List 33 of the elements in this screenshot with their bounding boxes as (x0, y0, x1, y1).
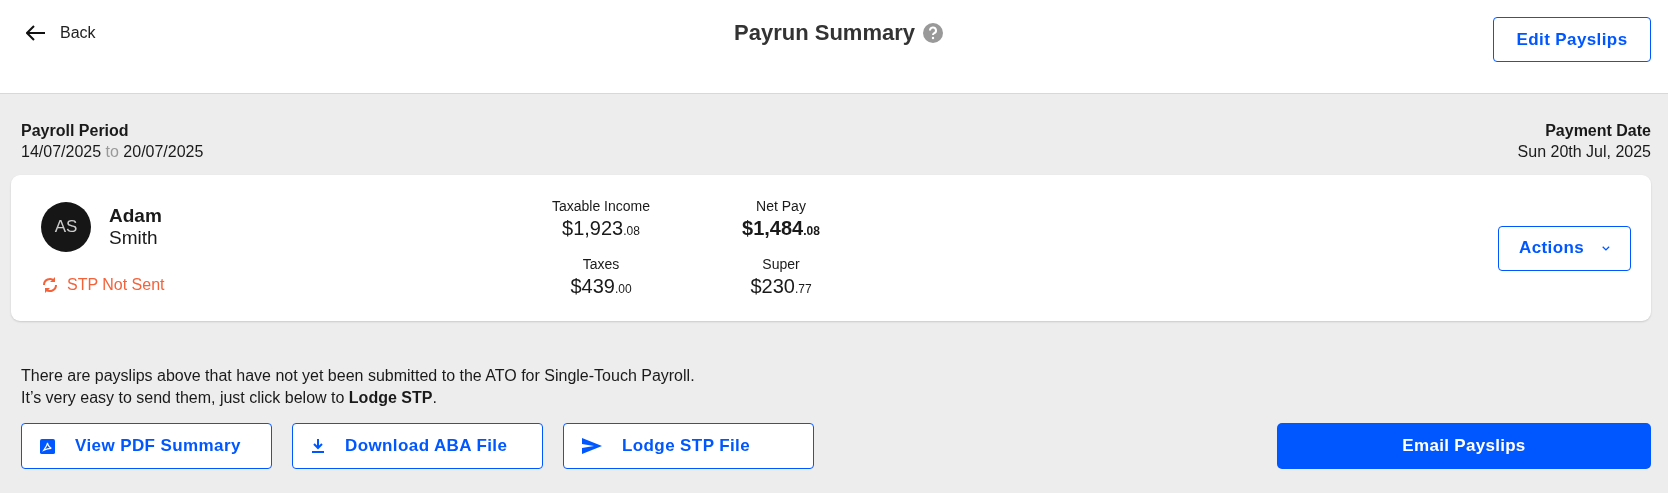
edit-payslips-button[interactable]: Edit Payslips (1493, 17, 1651, 62)
download-icon (311, 438, 325, 454)
metric-amount: $1,484.08 (742, 217, 820, 240)
back-arrow-icon (26, 24, 46, 41)
actions-dropdown[interactable]: Actions (1498, 225, 1631, 271)
pdf-icon (40, 438, 55, 454)
metric-label: Super (762, 256, 800, 272)
send-icon (582, 438, 602, 454)
metric-amount: $230.77 (750, 275, 812, 298)
payroll-period-dates: 14/07/2025 to 20/07/2025 (21, 143, 204, 161)
metric-label: Taxable Income (551, 198, 651, 214)
employee-first-name: Adam (109, 205, 162, 227)
back-link[interactable]: Back (26, 23, 96, 42)
metric-amount: $439.00 (570, 275, 632, 298)
stp-status: STP Not Sent (67, 276, 165, 294)
metric-amount: $1,923.08 (562, 217, 640, 240)
chevron-down-icon (1602, 244, 1610, 252)
info-message: There are payslips above that have not yet been submitted to the ATO for Single-Touch Payroll. (21, 367, 696, 385)
metric-label: Net Pay (756, 198, 806, 214)
lodge-button[interactable]: Lodge STP File (563, 423, 814, 469)
help-icon[interactable] (923, 22, 943, 43)
download-button[interactable]: Download ABA File (292, 423, 543, 469)
employee-last-name: Smith (109, 227, 159, 249)
sync-icon (41, 276, 59, 294)
avatar: AS (41, 202, 91, 252)
page-title: Payrun Summary (734, 19, 915, 46)
metric-label: Taxes (582, 256, 620, 272)
payment-date: Sun 20th Jul, 2025 (1517, 143, 1651, 161)
view-pdf-button[interactable]: View PDF Summary (21, 423, 272, 469)
payroll-period-label: Payroll Period (21, 122, 129, 140)
email-payslips-button[interactable]: Email Payslips (1277, 423, 1651, 469)
payment-date-label: Payment Date (1545, 122, 1651, 140)
info-message: It’s very easy to send them, just click below to Lodge STP. (21, 389, 438, 407)
